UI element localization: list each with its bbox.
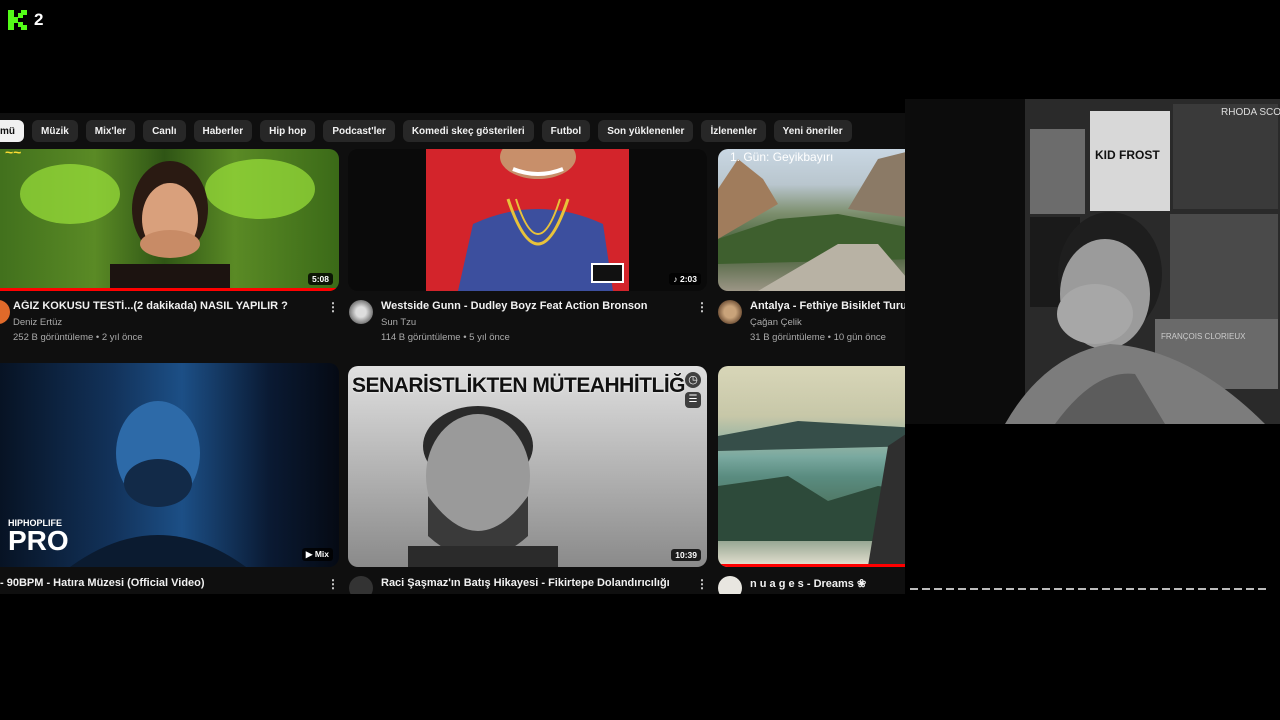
video-title[interactable]: n u a g e s - Dreams ❀: [750, 577, 905, 590]
chip-hiphop[interactable]: Hip hop: [260, 120, 316, 142]
video-thumbnail[interactable]: 1. Gün: Geyikbayırı: [718, 149, 905, 291]
more-options-icon[interactable]: ⋮: [696, 301, 708, 313]
channel-name[interactable]: Sun Tzu: [381, 317, 416, 328]
add-to-queue-icon[interactable]: ☰: [685, 392, 701, 408]
chip-haberler[interactable]: Haberler: [193, 120, 253, 142]
chip-komedi[interactable]: Komedi skeç gösterileri: [402, 120, 534, 142]
chip-futbol[interactable]: Futbol: [541, 120, 591, 142]
more-options-icon[interactable]: ⋮: [327, 578, 339, 590]
duration-badge: ♪ 2:03: [669, 273, 701, 285]
poster-text: RHODA SCOTT: [1221, 107, 1280, 118]
thumbnail-art: [426, 149, 629, 291]
youtube-feed: mü Müzik Mix'ler Canlı Haberler Hip hop …: [0, 113, 905, 594]
poster-text: FRANÇOIS CLORIEUX: [1161, 332, 1246, 341]
video-meta: 252 B görüntüleme • 2 yıl önce: [13, 332, 143, 343]
category-chips: mü Müzik Mix'ler Canlı Haberler Hip hop …: [0, 113, 905, 149]
chip-mixler[interactable]: Mix'ler: [85, 120, 136, 142]
chip-izlenenler[interactable]: İzlenenler: [701, 120, 766, 142]
mix-badge: ▶ Mix: [301, 548, 333, 561]
thumbnail-headline: SENARİSTLİKTEN MÜTEAHHİTLİĞ: [352, 374, 686, 397]
duration-badge: 5:08: [307, 273, 333, 285]
more-options-icon[interactable]: ⋮: [327, 301, 339, 313]
thumbnail-caption: 1. Gün: Geyikbayırı: [730, 150, 833, 164]
video-title[interactable]: - 90BPM - Hatıra Müzesi (Official Video): [0, 577, 320, 589]
video-thumbnail[interactable]: [718, 366, 905, 567]
thumbnail-art: 1. Gün: Geyikbayırı: [718, 150, 905, 291]
channel-avatar[interactable]: [349, 576, 373, 594]
dashed-divider: [910, 588, 1270, 590]
overlay-number: 2: [34, 10, 44, 29]
video-meta: 31 B görüntüleme • 10 gün önce: [750, 332, 886, 343]
chip-yeni-oneriler[interactable]: Yeni öneriler: [773, 120, 852, 142]
channel-avatar[interactable]: [718, 300, 742, 324]
video-title[interactable]: Antalya - Fethiye Bisiklet Turu | 1: [750, 300, 905, 312]
video-meta: 114 B görüntüleme • 5 yıl önce: [381, 332, 510, 343]
video-title[interactable]: Westside Gunn - Dudley Boyz Feat Action …: [381, 300, 691, 312]
kick-logo: 2: [8, 10, 43, 30]
channel-name[interactable]: Deniz Ertüz: [13, 317, 62, 328]
more-options-icon[interactable]: ⋮: [696, 578, 708, 590]
watch-progress: [0, 288, 339, 291]
video-title[interactable]: AĞIZ KOKUSU TESTİ...(2 dakikada) NASIL Y…: [13, 300, 323, 312]
poster-text: KID FROST: [1095, 148, 1160, 162]
duration-badge: 10:39: [671, 549, 701, 561]
chip-all[interactable]: mü: [0, 120, 24, 142]
watch-later-icon[interactable]: ◷: [685, 372, 701, 388]
channel-avatar[interactable]: [718, 576, 742, 594]
webcam-scene: RHODA SCOTT KID FROST FRANÇOIS CLORIEUX: [905, 99, 1280, 424]
watch-progress: [718, 564, 905, 567]
channel-name[interactable]: Çağan Çelik: [750, 317, 802, 328]
video-thumbnail[interactable]: HIPHOPLIFE PRO ▶ Mix: [0, 363, 339, 567]
video-title[interactable]: Raci Şaşmaz'ın Batış Hikayesi - Fikirtep…: [381, 577, 691, 589]
kick-k-icon: [8, 10, 28, 30]
video-thumbnail[interactable]: ~~ 5:08: [0, 149, 339, 291]
svg-text:~~: ~~: [5, 149, 21, 160]
channel-avatar[interactable]: [0, 300, 10, 324]
chip-muzik[interactable]: Müzik: [32, 120, 78, 142]
channel-avatar[interactable]: [349, 300, 373, 324]
chip-son-yuklenenler[interactable]: Son yüklenenler: [598, 120, 694, 142]
video-thumbnail[interactable]: ♪ 2:03: [348, 149, 707, 291]
webcam-feed: RHODA SCOTT KID FROST FRANÇOIS CLORIEUX: [905, 99, 1280, 424]
channel-watermark: HIPHOPLIFE PRO: [8, 518, 69, 556]
chip-canli[interactable]: Canlı: [143, 120, 186, 142]
thumbnail-art: ~~: [5, 149, 315, 291]
thumbnail-art: [718, 421, 905, 566]
chip-podcastler[interactable]: Podcast'ler: [323, 120, 395, 142]
video-thumbnail[interactable]: SENARİSTLİKTEN MÜTEAHHİTLİĞ ◷ ☰ 10:39: [348, 366, 707, 567]
